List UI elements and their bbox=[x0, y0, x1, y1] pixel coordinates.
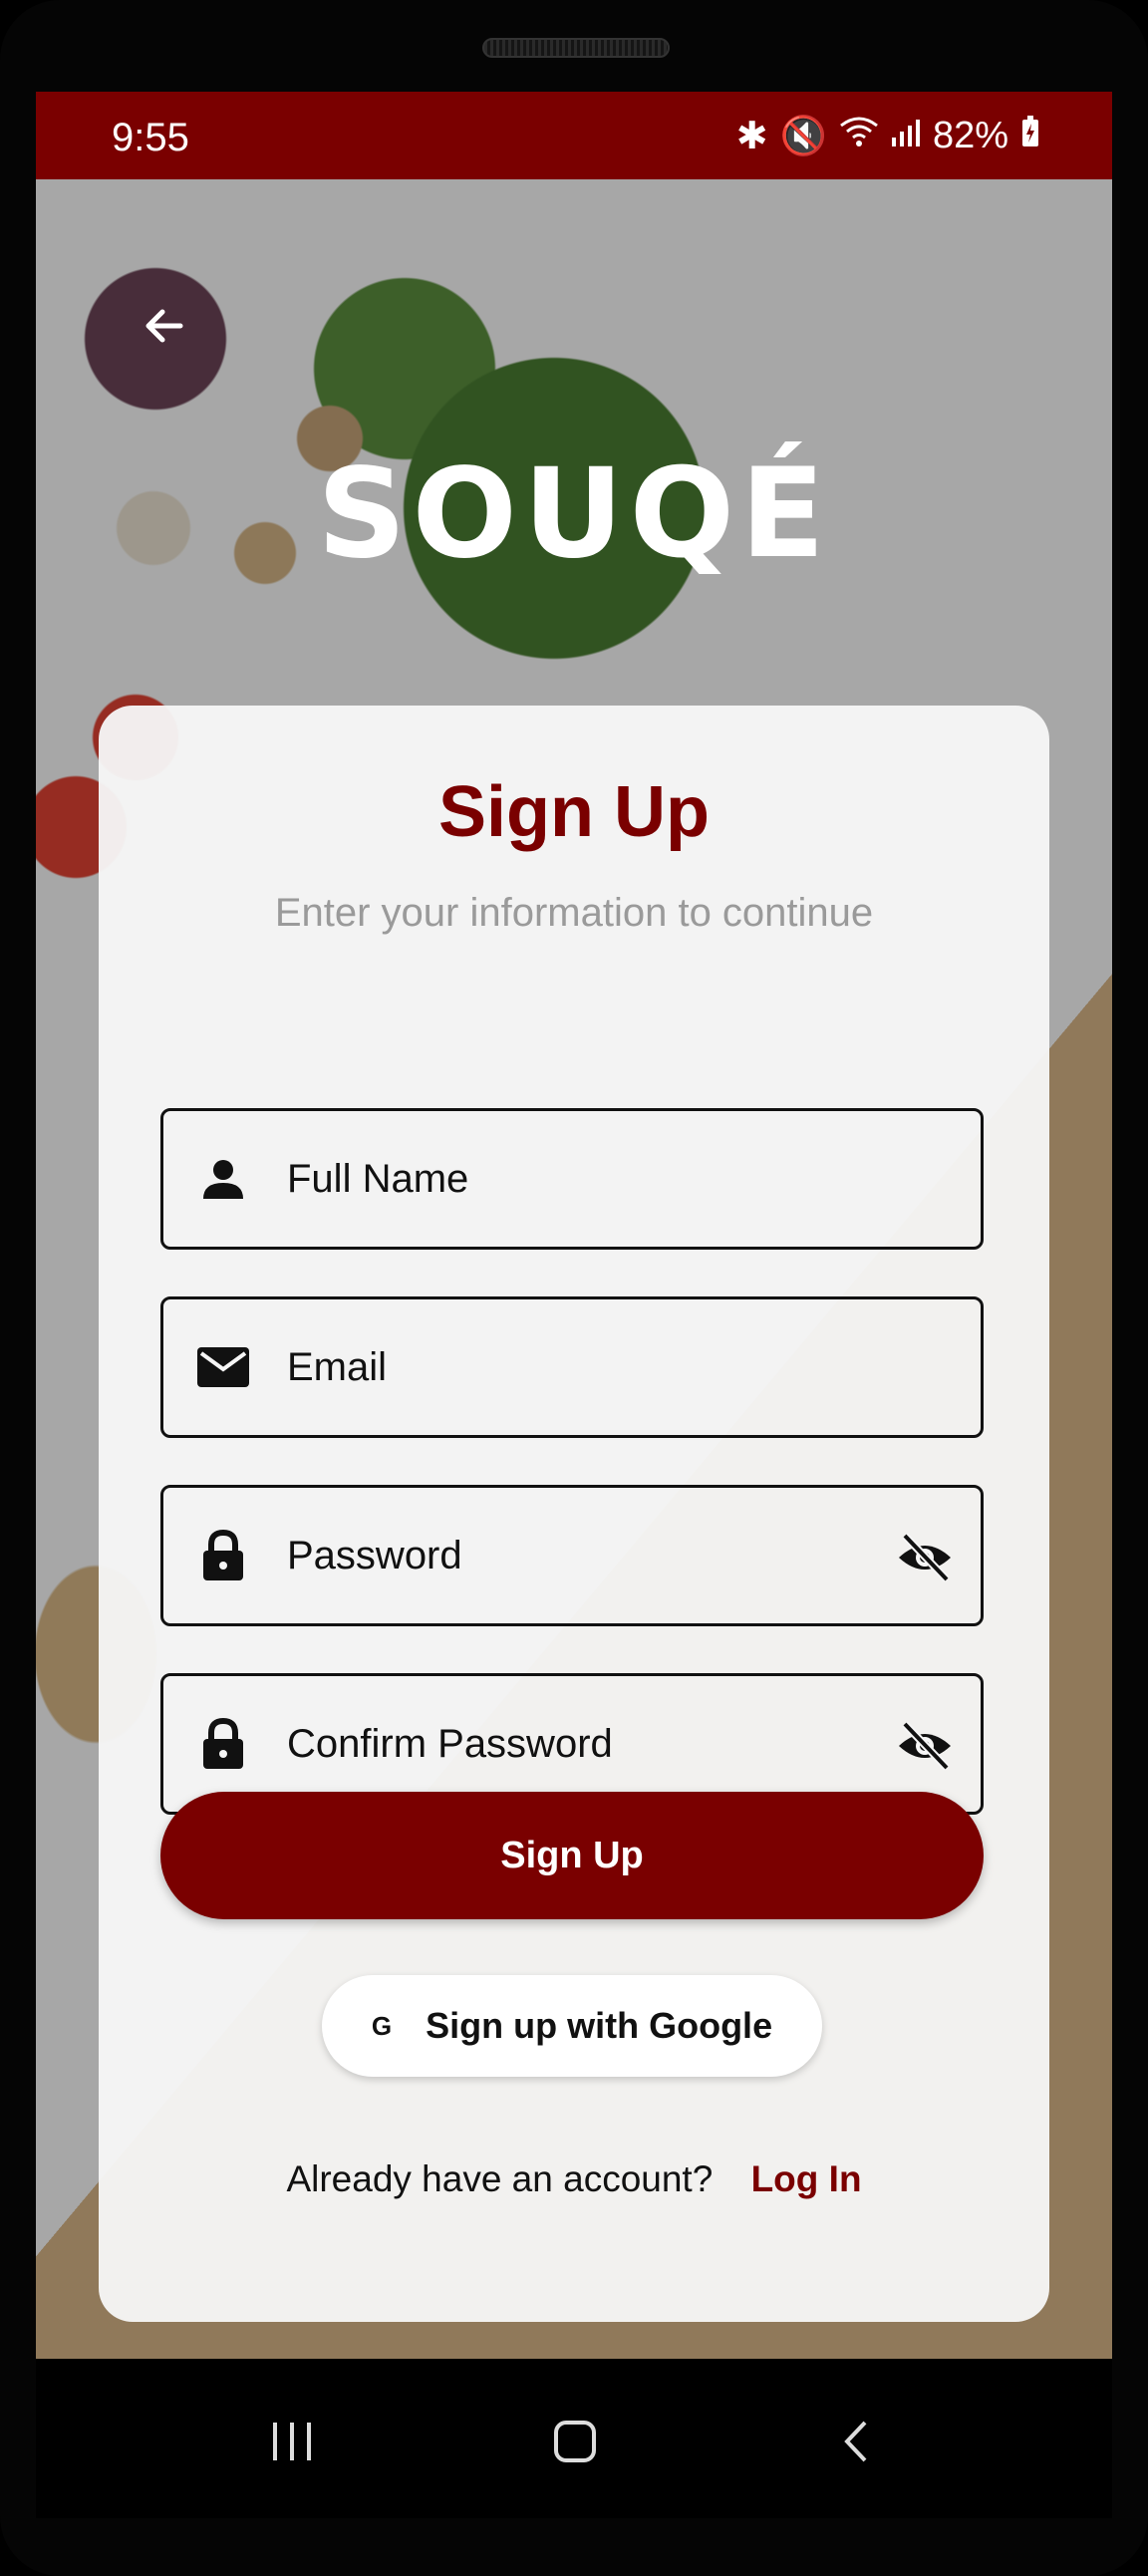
bluetooth-icon: ✱ bbox=[735, 116, 768, 157]
app-screen: 9:55 ✱ 🔇 82% SOUQÉ Sign Up Enter your in… bbox=[36, 92, 1112, 2359]
password-field[interactable] bbox=[160, 1485, 984, 1626]
full-name-field[interactable] bbox=[160, 1108, 984, 1250]
google-sign-up-label: Sign up with Google bbox=[426, 2005, 773, 2046]
speaker-grille bbox=[482, 38, 670, 58]
phone-frame: 9:55 ✱ 🔇 82% SOUQÉ Sign Up Enter your in… bbox=[0, 0, 1148, 2576]
page-subtitle: Enter your information to continue bbox=[274, 891, 874, 935]
login-prompt: Already have an account? Log In bbox=[99, 2158, 1049, 2200]
full-name-input[interactable] bbox=[285, 1155, 847, 1203]
person-icon bbox=[195, 1151, 251, 1207]
signup-card: Sign Up Enter your information to contin… bbox=[99, 706, 1049, 2322]
app-logo: SOUQÉ bbox=[317, 442, 831, 586]
email-input[interactable] bbox=[285, 1343, 847, 1391]
eye-off-icon[interactable] bbox=[895, 1716, 955, 1776]
home-button[interactable] bbox=[540, 2407, 610, 2476]
google-icon: G bbox=[371, 2010, 393, 2041]
status-icons: ✱ 🔇 82% bbox=[736, 114, 1040, 158]
sign-up-button[interactable]: Sign Up bbox=[160, 1792, 984, 1919]
recents-icon bbox=[273, 2423, 311, 2460]
chevron-left-icon bbox=[844, 2421, 867, 2462]
wifi-icon bbox=[839, 115, 879, 157]
password-input[interactable] bbox=[285, 1532, 847, 1579]
recent-apps-button[interactable] bbox=[257, 2407, 327, 2476]
battery-percent: 82% bbox=[932, 115, 1008, 156]
mail-icon bbox=[195, 1339, 251, 1395]
signal-icon bbox=[891, 115, 921, 157]
battery-icon bbox=[1020, 115, 1040, 157]
status-time: 9:55 bbox=[112, 116, 189, 159]
log-in-link[interactable]: Log In bbox=[751, 2158, 862, 2199]
status-bar: 9:55 ✱ 🔇 82% bbox=[36, 92, 1112, 179]
back-button[interactable] bbox=[120, 281, 209, 371]
eye-off-icon[interactable] bbox=[895, 1528, 955, 1587]
mute-icon: 🔇 bbox=[779, 115, 827, 157]
back-nav-button[interactable] bbox=[823, 2407, 893, 2476]
system-nav-bar bbox=[36, 2359, 1112, 2518]
email-field[interactable] bbox=[160, 1296, 984, 1438]
page-title: Sign Up bbox=[438, 772, 710, 852]
confirm-password-input[interactable] bbox=[285, 1720, 847, 1768]
arrow-left-icon bbox=[145, 309, 183, 343]
login-prompt-text: Already have an account? bbox=[286, 2158, 714, 2199]
lock-icon bbox=[195, 1716, 251, 1772]
home-icon bbox=[554, 2421, 596, 2462]
google-sign-up-button[interactable]: G Sign up with Google bbox=[322, 1975, 822, 2077]
lock-icon bbox=[195, 1528, 251, 1583]
